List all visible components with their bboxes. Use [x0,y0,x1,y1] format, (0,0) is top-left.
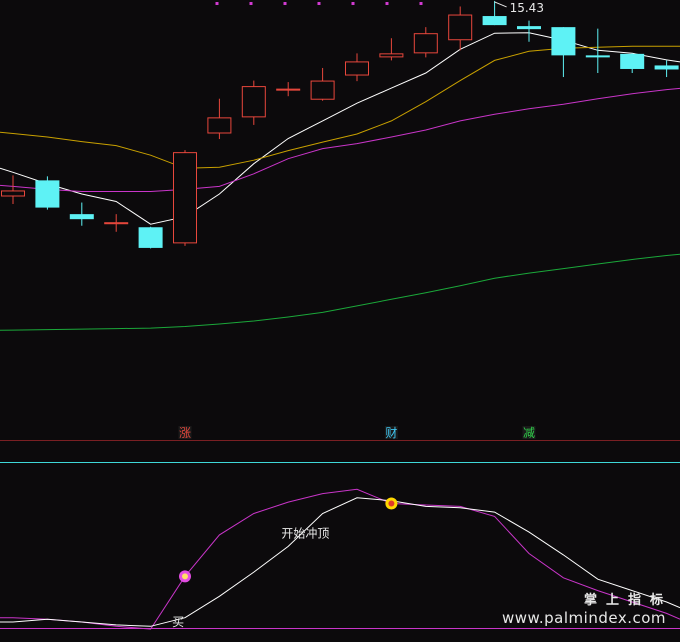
top-marker-dot [317,2,321,5]
candle-body [654,65,679,70]
candle-body [310,80,335,100]
candle-body [241,86,266,118]
signal-marker: 涨 [178,425,192,440]
candle-body [551,27,576,56]
candle-body [138,227,163,248]
candle [345,53,369,82]
signal-marker-label: 减 [523,426,535,440]
signal-dot [385,497,398,510]
candle-body [345,61,369,76]
candle [104,214,129,232]
candle-body [173,152,197,244]
indicator-chart: 15.43 涨 财 减 开始冲顶买 [0,0,680,630]
oscillator-annotation: 开始冲顶 [281,526,329,541]
candle [654,60,679,78]
candle-body [379,53,404,58]
candle [138,226,163,249]
candle-body [413,33,438,54]
candle-body [207,117,232,134]
moving-average-line-1 [0,32,680,225]
signal-marker: 财 [384,426,398,440]
candle [173,150,197,246]
price-label-leader [494,1,507,8]
watermark: 掌上指标 www.palmindex.com [502,593,666,628]
moving-average-line-2 [0,45,680,169]
candle [551,27,576,78]
signal-marker-label: 涨 [179,425,191,440]
candle [379,38,404,61]
signal-dot-core [182,573,188,580]
moving-average-line-4 [0,253,680,331]
candle-body [1,190,25,197]
candle-body [517,26,541,30]
candle-body [448,14,473,41]
price-panel: 15.43 [0,0,680,331]
watermark-brand: 掌上指标 [583,593,672,608]
candle-body [276,88,301,91]
moving-average-line-3 [0,87,680,192]
candle [482,0,507,26]
candle-body [104,222,129,225]
top-marker-dot [215,2,219,5]
candle [310,67,335,101]
signal-dot [179,570,191,583]
candle [276,82,301,97]
top-marker-dot [249,2,253,5]
signal-band: 涨财减 [0,425,680,441]
candle [241,80,266,125]
watermark-url: www.palmindex.com [501,609,666,628]
candle-body [620,53,645,69]
candle [1,175,25,205]
candle-body [69,214,94,220]
signal-marker: 减 [522,426,536,440]
top-marker-dot [385,2,389,5]
candle [35,176,60,210]
top-marker-dot [351,2,355,5]
signal-dot-core [388,500,395,507]
candle [207,98,232,140]
top-marker-dot [419,2,423,5]
candle [448,6,473,51]
candle [620,53,645,74]
candle [517,20,541,42]
candle-body [585,55,610,58]
candle [413,27,438,58]
candle-body [35,180,60,208]
signal-marker-label: 财 [385,426,397,440]
oscillator-annotation: 买 [172,615,184,629]
candle [69,202,94,226]
top-marker-dot [283,2,287,5]
max-price-label: 15.43 [510,1,544,15]
candle-body [482,16,507,26]
